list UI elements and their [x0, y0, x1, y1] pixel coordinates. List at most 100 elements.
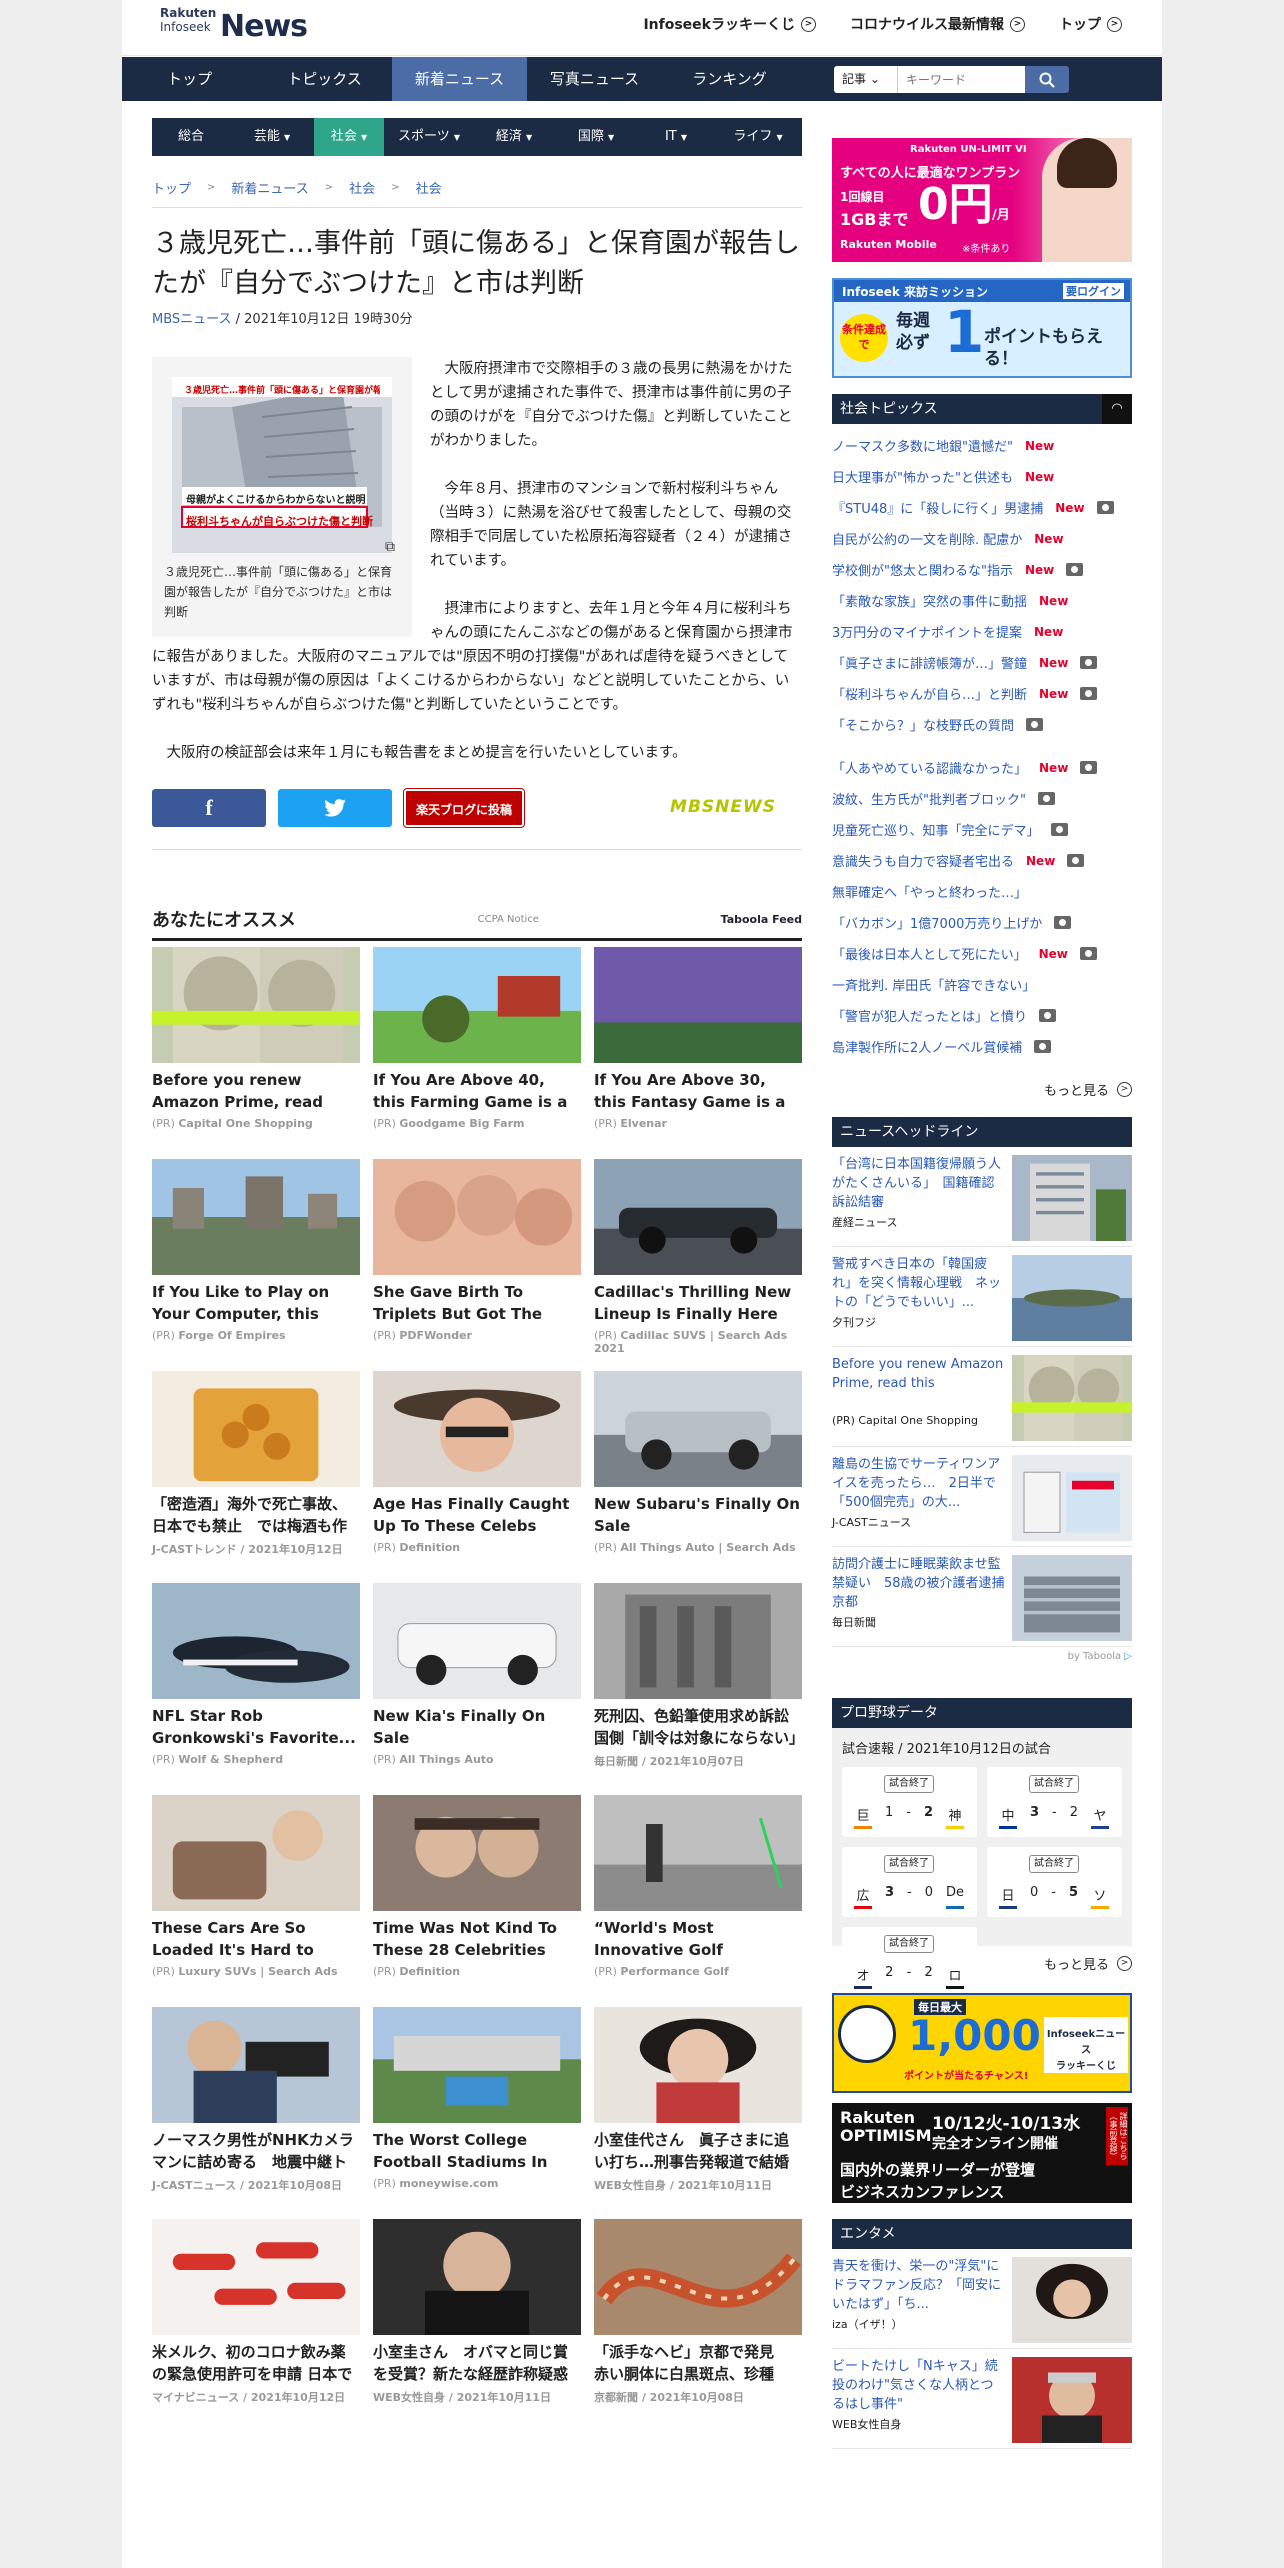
breadcrumb-item[interactable]: 社会: [416, 178, 442, 197]
entame-item[interactable]: ビートたけし「Nキャス」続投のわけ"気さくな人柄とつるはし事件" WEB女性自身: [832, 2349, 1132, 2449]
recommend-card[interactable]: Before you renew Amazon Prime, read this…: [152, 947, 360, 1159]
recommend-card[interactable]: 「派手なヘビ」京都で発見 赤い胴体に白黒斑点、珍種「ジムグリ」と判明 京都新聞 …: [594, 2219, 802, 2431]
taboola-feed-link[interactable]: Taboola Feed: [721, 913, 802, 926]
topic-item[interactable]: 意識失うも自力で容疑者宅出る New: [832, 845, 1132, 876]
headline-item[interactable]: 離島の生協でサーティワンアイスを売ったら… 2日半で「500個完売」の大... J…: [832, 1447, 1132, 1547]
search-input[interactable]: [898, 66, 1025, 93]
ad-price: 0円: [918, 179, 993, 230]
headline-item[interactable]: Before you renew Amazon Prime, read this…: [832, 1347, 1132, 1447]
recommend-card[interactable]: 小室圭さん オバマと同じ賞を受賞？新たな経歴詐称疑惑に代理人が“弁明” WEB女…: [373, 2219, 581, 2431]
topic-item[interactable]: 3万円分のマイナポイントを提案 New: [832, 616, 1132, 647]
recommend-card[interactable]: ノーマスク男性がNHKカメラマンに詰め寄る 地震中継トラブルに騒然...広報「.…: [152, 2007, 360, 2219]
ccpa-notice-link[interactable]: CCPA Notice: [478, 914, 539, 925]
mission-ad[interactable]: Infoseek 来訪ミッション 要ログイン 条件達成で 毎週必ず 1 ポイント…: [832, 278, 1132, 378]
recommend-card[interactable]: If You Like to Play on Your Computer, th…: [152, 1159, 360, 1371]
recommend-card[interactable]: 小室佳代さん 眞子さまに追い打ち…刑事告発報道で結婚会見がさらなる修羅... W…: [594, 2007, 802, 2219]
breadcrumb-item[interactable]: トップ: [152, 178, 191, 197]
recommend-card[interactable]: New Kia's Finally On Sale (PR) All Things…: [373, 1583, 581, 1795]
topic-item[interactable]: 「最後は日本人として死にたい」 New: [832, 938, 1132, 969]
tab-new-news[interactable]: 新着ニュース: [392, 57, 527, 101]
cat-international[interactable]: 国際 ▼: [554, 118, 638, 156]
breadcrumb-item[interactable]: 新着ニュース: [231, 178, 308, 197]
topic-item[interactable]: 「眞子さまに誹謗帳簿が…」警鐘 New: [832, 647, 1132, 678]
baseball-game[interactable]: 試合終了中 3-2 ヤ: [987, 1767, 1122, 1837]
cat-sports[interactable]: スポーツ ▼: [384, 118, 474, 156]
rss-icon[interactable]: ◠: [1102, 394, 1132, 424]
cat-entertainment[interactable]: 芸能 ▼: [230, 118, 314, 156]
tab-top[interactable]: トップ: [122, 57, 257, 101]
optimism-ad[interactable]: Rakuten OPTIMISM 10/12火-10/13水 完全オンライン開催…: [832, 2103, 1132, 2203]
cat-economy[interactable]: 経済 ▼: [474, 118, 554, 156]
baseball-game[interactable]: 試合終了オ 2-2 ロ: [842, 1927, 977, 1997]
topic-item[interactable]: ノーマスク多数に地銀"遺憾だ" New: [832, 430, 1132, 461]
entame-thumbnail: [1012, 2257, 1132, 2343]
top-link-lucky[interactable]: Infoseekラッキーくじ >: [643, 14, 816, 34]
rakuten-blog-button[interactable]: 楽天ブログに投稿: [403, 788, 525, 828]
recommend-card[interactable]: “World's Most Innovative Golf Instructor…: [594, 1795, 802, 2007]
recommend-card[interactable]: New Subaru's Finally On Sale (PR) All Thi…: [594, 1371, 802, 1583]
cat-it[interactable]: IT ▼: [638, 118, 714, 156]
topic-item[interactable]: 「警官が犯人だったとは」と憤り: [832, 1000, 1132, 1031]
topic-item[interactable]: 島津製作所に2人ノーベル賞候補: [832, 1031, 1132, 1062]
lucky-kuji-ad[interactable]: 毎日最大 1,000 ポイントが当たるチャンス! Infoseekニュース ラッキ…: [832, 1993, 1132, 2093]
tab-topics[interactable]: トピックス: [257, 57, 392, 101]
cat-life[interactable]: ライフ ▼: [714, 118, 802, 156]
recommend-card[interactable]: 「密造酒」海外で死亡事故、日本でも禁止 では梅酒も作っちゃダメなのか J-CAS…: [152, 1371, 360, 1583]
tab-ranking[interactable]: ランキング: [662, 57, 797, 101]
article-source-link[interactable]: MBSニュース: [152, 312, 232, 327]
recommend-card[interactable]: The Worst College Football Stadiums In T…: [373, 2007, 581, 2219]
topics-more-link[interactable]: もっと見る >: [832, 1080, 1132, 1099]
facebook-share-button[interactable]: f: [152, 789, 266, 827]
recommend-card[interactable]: If You Are Above 40, this Farming Game i…: [373, 947, 581, 1159]
recommend-card[interactable]: 死刑囚、色鉛筆使用求め訴訟 国側「訓令は対象にならない」 毎日新聞 / 2021…: [594, 1583, 802, 1795]
source-label: Forge Of Empires: [178, 1329, 286, 1342]
recommend-card[interactable]: If You Are Above 30, this Fantasy Game i…: [594, 947, 802, 1159]
topic-item[interactable]: 一斉批判. 岸田氏「許容できない」: [832, 969, 1132, 1000]
topic-item[interactable]: 『STU48』に「殺しに行く」男逮捕 New: [832, 492, 1132, 523]
baseball-game[interactable]: 試合終了日 0-5 ソ: [987, 1847, 1122, 1917]
topic-item[interactable]: 自民が公約の一文を削除. 配慮か New: [832, 523, 1132, 554]
top-link-top[interactable]: トップ >: [1059, 14, 1122, 34]
recommend-card[interactable]: These Cars Are So Loaded It's Hard to Be…: [152, 1795, 360, 2007]
cat-general[interactable]: 総合: [152, 118, 230, 156]
recommend-card[interactable]: Age Has Finally Caught Up To These Celeb…: [373, 1371, 581, 1583]
search-button[interactable]: [1025, 66, 1069, 93]
top-link-corona[interactable]: コロナウイルス最新情報 >: [850, 14, 1025, 34]
baseball-game[interactable]: 試合終了巨 1-2 神: [842, 1767, 977, 1837]
topic-item[interactable]: 波紋、生方氏が"批判者ブロック": [832, 783, 1132, 814]
topic-label: 児童死亡巡り、知事「完全にデマ」: [832, 824, 1040, 839]
away-team: ソ: [1090, 1885, 1109, 1909]
topic-item[interactable]: 無罪確定へ「やっと終わった…」: [832, 876, 1132, 907]
site-logo[interactable]: Rakuten Infoseek News: [160, 6, 308, 48]
topic-item[interactable]: 「素敵な家族」突然の事件に動揺 New: [832, 585, 1132, 616]
article-figure[interactable]: ３歳児死亡…事件前「頭に傷ある」と保育園が報告したが『自分でぶつけた』と市は判断…: [152, 357, 412, 637]
headline-item[interactable]: 訪問介護士に睡眠薬飲ませ監禁疑い 58歳の被介護者逮捕 京都 毎日新聞: [832, 1547, 1132, 1647]
topic-item[interactable]: 日大理事が"怖かった"と供述も New: [832, 461, 1132, 492]
twitter-share-button[interactable]: t: [278, 789, 392, 827]
taboola-credit[interactable]: by Taboola ▷: [832, 1651, 1132, 1662]
search-type-label: 記事: [842, 72, 867, 86]
recommend-card[interactable]: She Gave Birth To Triplets But Got The S…: [373, 1159, 581, 1371]
headline-item[interactable]: 警戒すべき日本の「韓国疲れ」を突く情報心理戦 ネットの「どうでもいい」... 夕刊…: [832, 1247, 1132, 1347]
cat-society[interactable]: 社会 ▼: [314, 118, 384, 156]
topic-item[interactable]: 「桜利斗ちゃんが自ら…」と判断 New: [832, 678, 1132, 709]
rakuten-mobile-ad[interactable]: Rakuten UN-LIMIT VI すべての人に最適なワンプラン 1回線目 …: [832, 138, 1132, 262]
recommend-card[interactable]: Cadillac's Thrilling New Lineup Is Final…: [594, 1159, 802, 1371]
topic-item[interactable]: 学校側が"悠太と関わるな"指示 New: [832, 554, 1132, 585]
breadcrumb-item[interactable]: 社会: [349, 178, 375, 197]
topic-item[interactable]: 「そこから？」な枝野氏の質問: [832, 709, 1132, 740]
global-nav: トップ トピックス 新着ニュース 写真ニュース ランキング 記事 ⌄: [122, 57, 1162, 101]
topic-item[interactable]: 「バカボン」1億7000万売り上げか: [832, 907, 1132, 938]
topic-item[interactable]: 児童死亡巡り、知事「完全にデマ」: [832, 814, 1132, 845]
tab-photo-news[interactable]: 写真ニュース: [527, 57, 662, 101]
topic-item[interactable]: 「人あやめている認識なかった」 New: [832, 752, 1132, 783]
recommend-card[interactable]: NFL Star Rob Gronkowski's Favorite... (PR…: [152, 1583, 360, 1795]
baseball-game[interactable]: 試合終了広 3-0 De: [842, 1847, 977, 1917]
new-badge: New: [1024, 438, 1055, 453]
source-label: Elvenar: [620, 1117, 667, 1130]
search-type-select[interactable]: 記事 ⌄: [834, 66, 898, 93]
headline-item[interactable]: 「台湾に日本国籍復帰願う人がたくさんいる」 国籍確認訴訟結審 産経ニュース: [832, 1147, 1132, 1247]
recommend-card[interactable]: Time Was Not Kind To These 28 Celebritie…: [373, 1795, 581, 2007]
entame-item[interactable]: 青天を衝け、栄一の"浮気"にドラマファン反応？「岡安にいたはず」「ち... iza…: [832, 2249, 1132, 2349]
recommend-card[interactable]: 米メルク、初のコロナ飲み薬の緊急使用許可を申請 日本でも年内承認の可能性 マイナ…: [152, 2219, 360, 2431]
